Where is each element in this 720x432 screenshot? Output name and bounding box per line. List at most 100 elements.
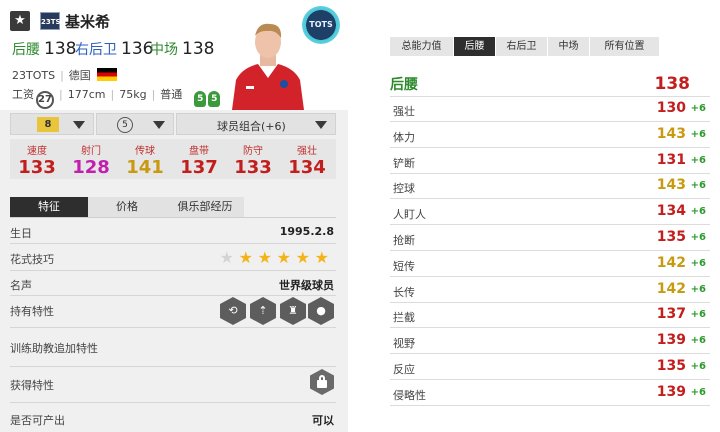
attribute-bonus: +6: [690, 206, 706, 217]
divider: [390, 198, 710, 199]
upgrade-selector-row: 8 5 球员组合(+6): [10, 113, 336, 135]
tab-cm[interactable]: 中场: [548, 37, 590, 56]
position-tabs: 总能力值 后腰 右后卫 中场 所有位置: [390, 37, 710, 56]
attribute-label: 人盯人: [393, 208, 426, 221]
divider: [390, 224, 710, 225]
divider: [390, 250, 710, 251]
attribute-row: 侵略性 139 +6: [393, 384, 710, 403]
attribute-value: 135: [656, 358, 686, 374]
divider: [390, 96, 710, 97]
position-tertiary: 中场 138: [150, 39, 215, 59]
attribute-row: 视野 139 +6: [393, 332, 710, 351]
divider: [390, 405, 710, 406]
attribute-bonus: +6: [690, 309, 706, 320]
height: 177cm: [67, 88, 106, 101]
attribute-row: 体力 143 +6: [393, 126, 710, 145]
divider: [390, 147, 710, 148]
favorite-star-icon[interactable]: ★: [10, 11, 30, 31]
body-type: 普通: [160, 88, 183, 101]
attribute-label: 铲断: [393, 157, 415, 170]
selected-position-header: 后腰 138: [390, 74, 690, 94]
wage-label: 工资: [12, 88, 34, 101]
season-badge: 23TS: [40, 12, 61, 30]
divider: [10, 270, 336, 271]
attribute-label: 反应: [393, 363, 415, 376]
attribute-value: 130: [656, 100, 686, 116]
divider: [10, 217, 336, 218]
tab-cdm[interactable]: 后腰: [454, 37, 496, 56]
attribute-value: 143: [656, 126, 686, 142]
divider: [10, 327, 336, 328]
attribute-value: 134: [656, 203, 686, 219]
attribute-row: 反应 135 +6: [393, 358, 710, 377]
attribute-value: 139: [656, 332, 686, 348]
attribute-value: 142: [656, 281, 686, 297]
attribute-label: 拦截: [393, 311, 415, 324]
attribute-bonus: +6: [690, 387, 706, 398]
attribute-row: 强壮 130 +6: [393, 100, 710, 119]
chevron-down-icon: [315, 121, 327, 129]
attribute-row: 长传 142 +6: [393, 281, 710, 300]
tab-club-history[interactable]: 俱乐部经历: [166, 197, 244, 217]
birthday-row: 生日 1995.2.8: [10, 225, 334, 240]
divider: [390, 379, 710, 380]
traits-row: 持有特性 ⟲ ⇡ ♜ ●: [10, 297, 336, 325]
attribute-row: 拦截 137 +6: [393, 306, 710, 325]
attribute-label: 抢断: [393, 234, 415, 247]
attribute-label: 长传: [393, 286, 415, 299]
combo-label: 球员组合(+6): [217, 120, 286, 133]
attribute-bonus: +6: [690, 335, 706, 346]
chevron-down-icon: [73, 121, 85, 129]
star-icon: ★: [219, 248, 234, 267]
divider: [390, 121, 710, 122]
position-rating: 138: [654, 74, 691, 94]
attribute-bonus: +6: [690, 180, 706, 191]
tab-all-positions[interactable]: 所有位置: [590, 37, 660, 56]
attribute-row: 抢断 135 +6: [393, 229, 710, 248]
divider: [390, 302, 710, 303]
level-selector[interactable]: 8: [10, 113, 94, 135]
attribute-row: 人盯人 134 +6: [393, 203, 710, 222]
germany-flag-icon: [96, 68, 117, 81]
attribute-row: 铲断 131 +6: [393, 152, 710, 171]
coach-traits-row: 训练助教追加特性: [10, 342, 98, 355]
attribute-label: 侵略性: [393, 389, 426, 402]
tots-badge: TOTS: [302, 6, 340, 44]
player-portrait: [232, 23, 304, 110]
star-icon: ★: [238, 248, 253, 267]
physical-info-row: 工资 27 | 177cm | 75kg | 普通 5 5: [12, 86, 221, 109]
star-icon: ★: [257, 248, 272, 267]
attribute-bonus: +6: [690, 258, 706, 269]
sellable-row: 是否可产出 可以: [10, 414, 334, 427]
attribute-bonus: +6: [690, 155, 706, 166]
position-primary: 后腰 138: [12, 39, 77, 59]
attribute-label: 强壮: [393, 105, 415, 118]
main-stats-strip: 速度 133 射门 128 传球 141 盘带 137 防守 133 强壮 134: [10, 139, 336, 179]
player-name: 基米希: [65, 13, 111, 31]
tab-traits[interactable]: 特征: [10, 197, 88, 217]
attribute-bonus: +6: [690, 129, 706, 140]
divider: [10, 243, 336, 244]
star-icon: ★: [314, 248, 329, 267]
attribute-value: 131: [656, 152, 686, 168]
attribute-value: 139: [656, 384, 686, 400]
tab-price[interactable]: 价格: [88, 197, 166, 217]
divider: [390, 353, 710, 354]
tab-rb[interactable]: 右后卫: [496, 37, 548, 56]
count-selector[interactable]: 5: [96, 113, 174, 135]
reputation-row: 名声 世界级球员: [10, 279, 334, 292]
attribute-label: 短传: [393, 260, 415, 273]
attribute-bonus: +6: [690, 284, 706, 295]
stat-defending: 防守 133: [234, 146, 272, 178]
team-combo-selector[interactable]: 球员组合(+6): [176, 113, 336, 135]
position-secondary: 右后卫 136: [75, 39, 154, 59]
attribute-bonus: +6: [690, 103, 706, 114]
tab-overall[interactable]: 总能力值: [390, 37, 454, 56]
stat-passing: 传球 141: [126, 146, 164, 178]
star-icon: ★: [295, 248, 310, 267]
stat-shooting: 射门 128: [72, 146, 110, 178]
weight: 75kg: [119, 88, 147, 101]
attribute-bonus: +6: [690, 232, 706, 243]
acquired-traits-row: 获得特性: [10, 369, 336, 395]
stat-physical: 强壮 134: [288, 146, 326, 178]
